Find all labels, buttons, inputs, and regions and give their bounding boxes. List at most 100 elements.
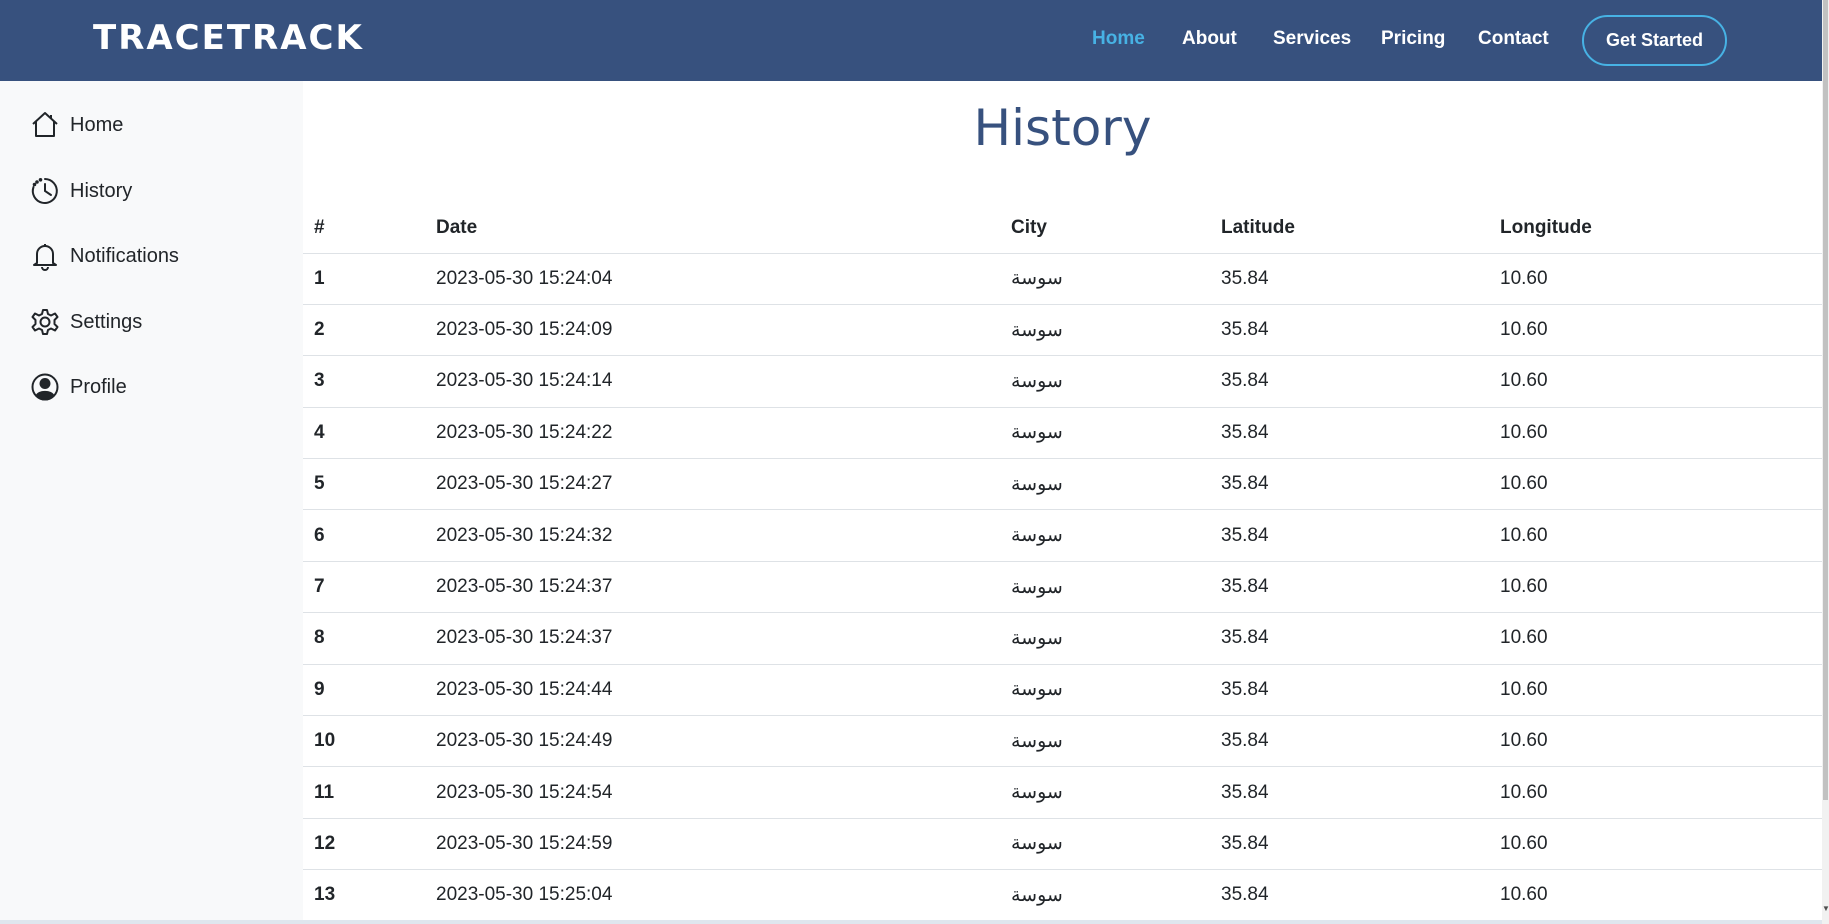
cell-number: 12 [303,818,425,871]
nav-home-link[interactable]: Home [1092,28,1145,50]
column-header-latitude: Latitude [1210,203,1489,254]
page-title: History [973,99,1152,157]
cell-city: سوسة [1000,355,1210,408]
table-row: 6 2023-05-30 15:24:32 سوسة 35.84 10.60 [303,509,1822,562]
cell-longitude: 10.60 [1489,869,1822,922]
sidebar-item-label: Notifications [70,244,179,267]
cell-number: 9 [303,664,425,717]
cell-number: 10 [303,715,425,768]
cell-number: 13 [303,869,425,922]
cell-number: 7 [303,561,425,614]
cell-latitude: 35.84 [1210,304,1489,357]
cell-longitude: 10.60 [1489,766,1822,819]
sidebar-item-history[interactable]: History [30,171,132,211]
cell-date: 2023-05-30 15:24:22 [425,407,1000,460]
cell-number: 4 [303,407,425,460]
cell-latitude: 35.84 [1210,509,1489,562]
cell-latitude: 35.84 [1210,869,1489,922]
column-header-longitude: Longitude [1489,203,1822,254]
cell-date: 2023-05-30 15:24:04 [425,253,1000,305]
sidebar: Home History Notifications Settings Prof… [0,81,303,920]
cell-longitude: 10.60 [1489,407,1822,460]
cell-number: 1 [303,253,425,305]
table-row: 7 2023-05-30 15:24:37 سوسة 35.84 10.60 [303,561,1822,614]
nav-contact-link[interactable]: Contact [1478,28,1549,50]
cell-latitude: 35.84 [1210,818,1489,871]
nav-pricing-link[interactable]: Pricing [1381,28,1445,50]
column-header-number: # [303,203,425,254]
cell-number: 2 [303,304,425,357]
sidebar-item-notifications[interactable]: Notifications [30,236,179,276]
sidebar-item-label: Profile [70,375,127,398]
cell-city: سوسة [1000,869,1210,922]
cell-longitude: 10.60 [1489,304,1822,357]
table-row: 4 2023-05-30 15:24:22 سوسة 35.84 10.60 [303,407,1822,460]
cell-city: سوسة [1000,818,1210,871]
cell-date: 2023-05-30 15:24:37 [425,612,1000,665]
cell-longitude: 10.60 [1489,561,1822,614]
main-content: History # Date City Latitude Longitude 1… [303,81,1822,922]
cell-city: سوسة [1000,509,1210,562]
table-row: 3 2023-05-30 15:24:14 سوسة 35.84 10.60 [303,355,1822,408]
cell-latitude: 35.84 [1210,355,1489,408]
cell-date: 2023-05-30 15:24:09 [425,304,1000,357]
cell-latitude: 35.84 [1210,715,1489,768]
nav-services-link[interactable]: Services [1273,28,1351,50]
cell-longitude: 10.60 [1489,664,1822,717]
cell-latitude: 35.84 [1210,766,1489,819]
home-icon [32,112,58,137]
cell-date: 2023-05-30 15:24:32 [425,509,1000,562]
cell-longitude: 10.60 [1489,253,1822,305]
cell-city: سوسة [1000,766,1210,819]
cell-date: 2023-05-30 15:24:59 [425,818,1000,871]
cell-longitude: 10.60 [1489,458,1822,511]
sidebar-item-label: History [70,179,133,202]
cell-latitude: 35.84 [1210,561,1489,614]
column-header-date: Date [425,203,1000,254]
cell-longitude: 10.60 [1489,509,1822,562]
sidebar-item-settings[interactable]: Settings [30,302,142,342]
cell-city: سوسة [1000,253,1210,305]
table-row: 13 2023-05-30 15:25:04 سوسة 35.84 10.60 [303,869,1822,922]
table-row: 11 2023-05-30 15:24:54 سوسة 35.84 10.60 [303,766,1822,819]
cell-city: سوسة [1000,715,1210,768]
nav-about-link[interactable]: About [1182,28,1237,50]
get-started-button[interactable]: Get Started [1582,15,1727,66]
cell-number: 11 [303,766,425,819]
sidebar-item-profile[interactable]: Profile [30,367,127,407]
cell-longitude: 10.60 [1489,355,1822,408]
sidebar-item-label: Home [70,113,124,136]
table-row: 9 2023-05-30 15:24:44 سوسة 35.84 10.60 [303,664,1822,717]
cell-date: 2023-05-30 15:24:49 [425,715,1000,768]
table-row: 5 2023-05-30 15:24:27 سوسة 35.84 10.60 [303,458,1822,511]
cell-city: سوسة [1000,304,1210,357]
main-nav: Home About Services Pricing Contact Get … [0,0,1822,81]
cell-city: سوسة [1000,407,1210,460]
scrollbar-thumb[interactable] [1823,0,1828,800]
column-header-city: City [1000,203,1210,254]
user-circle-icon [31,373,59,401]
sidebar-item-home[interactable]: Home [30,105,123,145]
cell-date: 2023-05-30 15:24:54 [425,766,1000,819]
table-row: 10 2023-05-30 15:24:49 سوسة 35.84 10.60 [303,715,1822,768]
cell-city: سوسة [1000,612,1210,665]
cell-latitude: 35.84 [1210,458,1489,511]
table-row: 8 2023-05-30 15:24:37 سوسة 35.84 10.60 [303,612,1822,665]
cell-latitude: 35.84 [1210,407,1489,460]
gear-icon [31,309,59,335]
cell-date: 2023-05-30 15:24:27 [425,458,1000,511]
table-row: 12 2023-05-30 15:24:59 سوسة 35.84 10.60 [303,818,1822,871]
cell-number: 6 [303,509,425,562]
cell-latitude: 35.84 [1210,253,1489,305]
cell-city: سوسة [1000,458,1210,511]
scroll-down-arrow-icon[interactable]: ▼ [1822,904,1829,914]
cell-number: 3 [303,355,425,408]
clock-icon [31,178,58,204]
table-header-row: # Date City Latitude Longitude [303,203,1822,254]
cell-date: 2023-05-30 15:25:04 [425,869,1000,922]
cell-longitude: 10.60 [1489,818,1822,871]
cell-latitude: 35.84 [1210,664,1489,717]
cell-city: سوسة [1000,664,1210,717]
top-navbar: TRACETRACK Home About Services Pricing C… [0,0,1822,81]
cell-number: 5 [303,458,425,511]
